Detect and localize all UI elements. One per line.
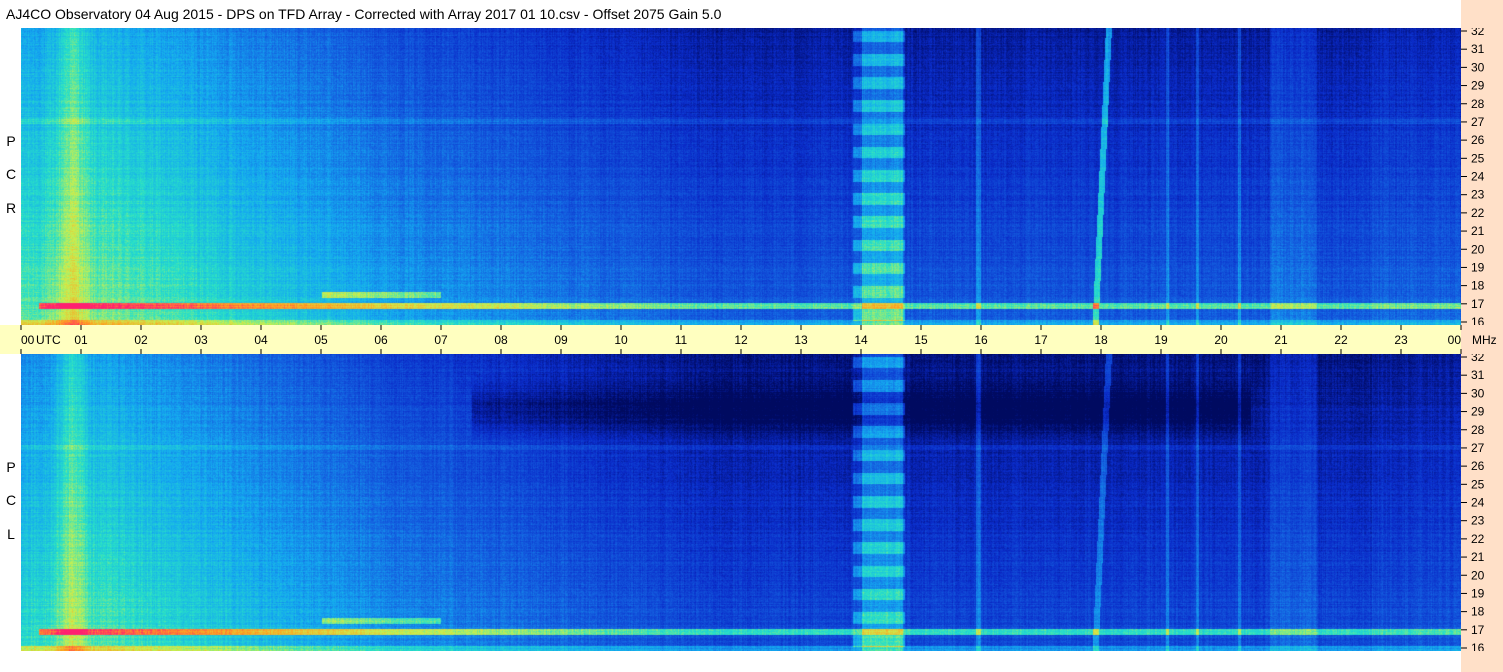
time-tick-label: 13: [794, 333, 808, 347]
rcp-spectrogram-panel: [21, 28, 1461, 325]
time-tick-label: 23: [1394, 333, 1408, 347]
time-tick-label: 14: [854, 333, 868, 347]
time-axis: 00 01 02 03 04 05 06 07 08 09 10 11 12 13 14 15 16 17 18 19…: [0, 325, 1497, 354]
time-tick-label: 15: [914, 333, 928, 347]
frequency-tick-label: 25: [1471, 151, 1485, 165]
lcp-polarization-label: P C L: [4, 354, 18, 651]
time-tick-label: 00: [21, 333, 35, 347]
frequency-tick-label: 31: [1471, 42, 1485, 56]
time-tick-label: 16: [974, 333, 988, 347]
frequency-tick-label: 32: [1471, 28, 1485, 38]
frequency-tick-label: 24: [1471, 496, 1485, 510]
time-tick-label: 12: [734, 333, 748, 347]
frequency-tick-label: 18: [1471, 605, 1485, 619]
time-tick-label: 17: [1034, 333, 1048, 347]
time-tick-label: 18: [1094, 333, 1108, 347]
time-tick-label: 11: [675, 333, 688, 347]
frequency-tick-label: 16: [1471, 641, 1485, 651]
time-tick-label: 06: [374, 333, 388, 347]
frequency-tick-label: 17: [1471, 297, 1485, 311]
time-axis-unit-label: UTC: [36, 333, 61, 347]
frequency-tick-label: 17: [1471, 623, 1485, 637]
time-tick-label: 05: [314, 333, 328, 347]
rcp-polarization-label: P C R: [4, 28, 18, 325]
lcp-label-letter-c: C: [5, 492, 17, 508]
time-tick-label: 19: [1154, 333, 1168, 347]
time-tick-label: 09: [554, 333, 568, 347]
time-tick-label: 00: [1448, 333, 1462, 347]
lcp-frequency-axis: 32 31 30 29 28 27 26 25 24 23 22 21 20 19 18 17 16: [1461, 354, 1485, 651]
frequency-tick-label: 23: [1471, 514, 1485, 528]
frequency-tick-label: 31: [1471, 368, 1485, 382]
time-tick-label: 07: [434, 333, 448, 347]
frequency-tick-label: 19: [1471, 260, 1485, 274]
frequency-tick-label: 32: [1471, 354, 1485, 364]
frequency-tick-label: 27: [1471, 115, 1485, 129]
frequency-tick-label: 22: [1471, 206, 1485, 220]
time-tick-label: 10: [614, 333, 628, 347]
frequency-tick-label: 20: [1471, 242, 1485, 256]
frequency-tick-label: 25: [1471, 477, 1485, 491]
frequency-tick-label: 26: [1471, 133, 1485, 147]
frequency-tick-label: 24: [1471, 170, 1485, 184]
frequency-tick-label: 29: [1471, 79, 1485, 93]
chart-title: AJ4CO Observatory 04 Aug 2015 - DPS on T…: [6, 6, 722, 22]
frequency-tick-label: 26: [1471, 459, 1485, 473]
frequency-tick-label: 28: [1471, 423, 1485, 437]
lcp-spectrogram-panel: [21, 354, 1461, 651]
frequency-tick-label: 30: [1471, 386, 1485, 400]
lcp-label-letter-l: L: [7, 526, 15, 542]
lcp-label-letter-p: P: [6, 459, 16, 475]
rcp-label-letter-c: C: [5, 166, 17, 182]
rcp-label-letter-p: P: [6, 133, 16, 149]
rcp-label-letter-r: R: [5, 200, 17, 216]
frequency-tick-label: 19: [1471, 586, 1485, 600]
frequency-axis-unit-label: MHz: [1472, 333, 1497, 347]
frequency-tick-label: 27: [1471, 441, 1485, 455]
frequency-tick-label: 23: [1471, 188, 1485, 202]
frequency-tick-label: 30: [1471, 60, 1485, 74]
time-axis-background: [0, 325, 1461, 354]
frequency-tick-label: 21: [1471, 224, 1485, 238]
time-tick-label: 20: [1214, 333, 1228, 347]
time-tick-label: 22: [1334, 333, 1348, 347]
time-tick-label: 21: [1274, 333, 1288, 347]
frequency-tick-label: 29: [1471, 405, 1485, 419]
frequency-tick-label: 21: [1471, 550, 1485, 564]
time-tick-label: 08: [494, 333, 508, 347]
frequency-tick-label: 20: [1471, 568, 1485, 582]
frequency-tick-label: 16: [1471, 315, 1485, 325]
frequency-tick-label: 22: [1471, 532, 1485, 546]
frequency-tick-label: 28: [1471, 97, 1485, 111]
spectrogram-window: AJ4CO Observatory 04 Aug 2015 - DPS on T…: [0, 0, 1503, 672]
time-tick-label: 04: [254, 333, 268, 347]
time-tick-label: 02: [134, 333, 148, 347]
time-tick-label: 01: [74, 333, 88, 347]
frequency-tick-label: 18: [1471, 279, 1485, 293]
time-tick-label: 03: [194, 333, 208, 347]
rcp-frequency-axis: 32 31 30 29 28 27 26 25 24 23 22 21 20 19 18 17 16: [1461, 28, 1485, 325]
